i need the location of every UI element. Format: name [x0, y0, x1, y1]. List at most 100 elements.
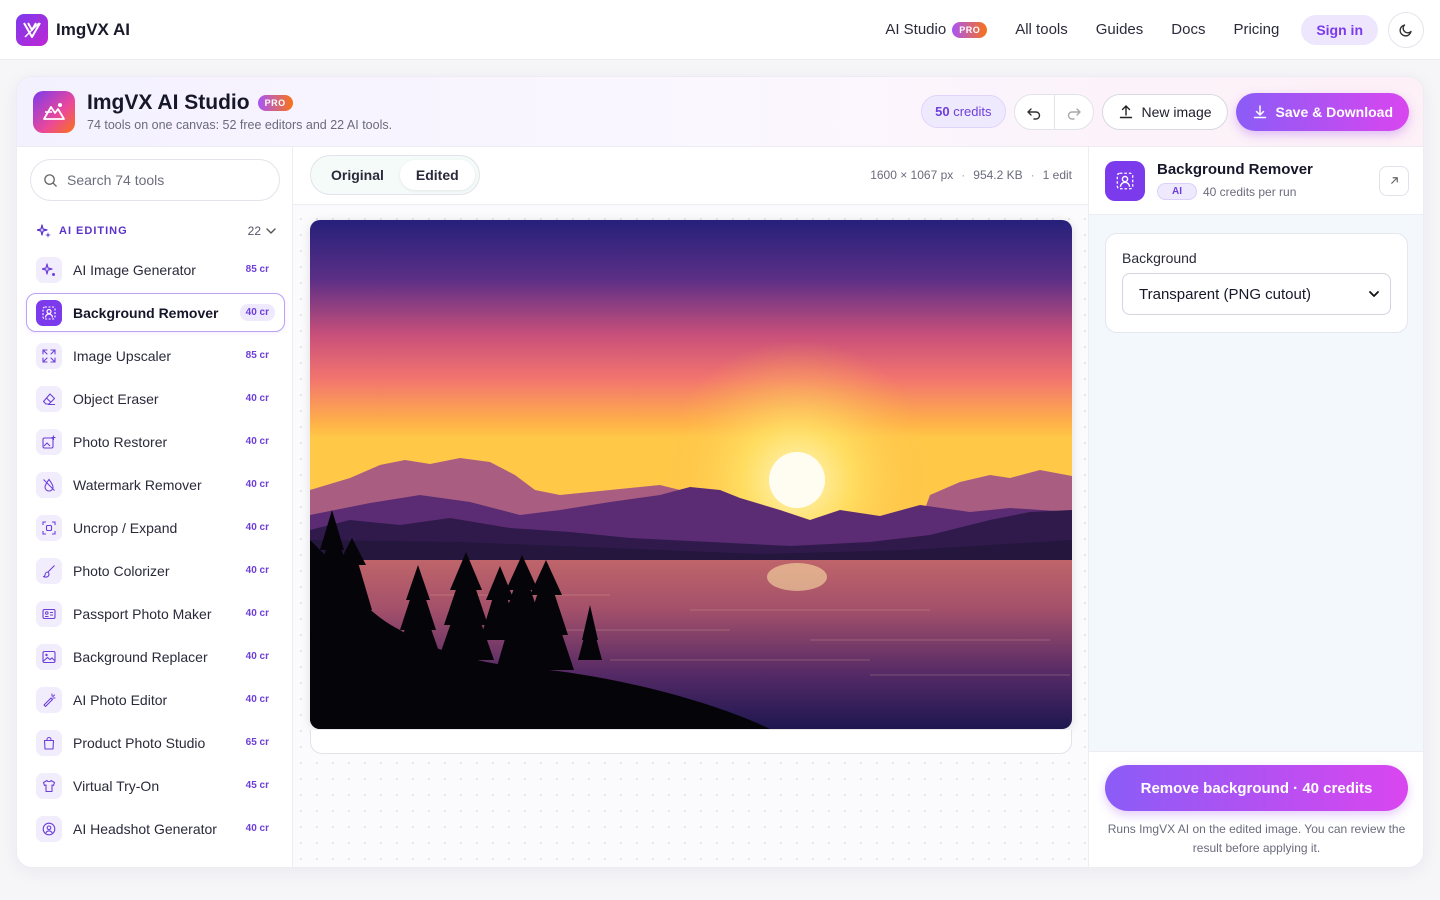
undo-icon [1027, 107, 1041, 120]
tool-uncrop-expand[interactable]: Uncrop / Expand 40 cr [26, 508, 285, 547]
download-icon [1253, 104, 1266, 118]
tab-edited[interactable]: Edited [399, 160, 475, 190]
sign-in-button[interactable]: Sign in [1301, 14, 1378, 45]
tool-ai-photo-editor[interactable]: AI Photo Editor 40 cr [26, 680, 285, 719]
tool-ai-headshot-generator[interactable]: AI Headshot Generator 40 cr [26, 809, 285, 848]
section-title: AI EDITING [59, 225, 128, 237]
tool-name: Virtual Try-On [73, 777, 160, 794]
upload-icon [1119, 104, 1132, 118]
tool-product-photo-studio[interactable]: Product Photo Studio 65 cr [26, 723, 285, 762]
tool-background-replacer[interactable]: Background Replacer 40 cr [26, 637, 285, 676]
image-file-size: 954.2 KB [973, 168, 1023, 182]
arrow-up-right-icon [1390, 177, 1398, 184]
nav-link-ai-studio[interactable]: AI Studio PRO [871, 21, 1001, 38]
tool-object-eraser[interactable]: Object Eraser 40 cr [26, 379, 285, 418]
tool-cost: 40 cr [245, 694, 269, 705]
studio-title: ImgVX AI Studio [87, 91, 250, 114]
tool-cost: 40 cr [245, 651, 269, 662]
new-image-button[interactable]: New image [1101, 93, 1228, 130]
brand[interactable]: ImgVX AI [16, 13, 130, 46]
undo-redo-group [1013, 93, 1094, 130]
studio-pro-badge: PRO [257, 95, 293, 111]
expand-icon [36, 342, 62, 369]
edited-image[interactable] [310, 220, 1072, 729]
nav-link-docs[interactable]: Docs [1157, 21, 1219, 38]
panel-cost: 40 credits per run [1203, 184, 1297, 199]
tool-cost: 40 cr [245, 522, 269, 533]
tool-watermark-remover[interactable]: Watermark Remover 40 cr [26, 465, 285, 504]
tool-cost: 45 cr [245, 780, 269, 791]
tool-virtual-try-on[interactable]: Virtual Try-On 45 cr [26, 766, 285, 805]
panel-footer: Remove background · 40 credits Runs ImgV… [1089, 751, 1423, 867]
tool-name: Background Remover [73, 304, 219, 321]
canvas-area: Original Edited 1600 × 1067 px · 954.2 K… [293, 147, 1088, 867]
tool-cost: 40 cr [245, 479, 269, 490]
tool-background-remover[interactable]: Background Remover 40 cr [26, 293, 285, 332]
tool-cost: 85 cr [245, 350, 269, 361]
save-download-button[interactable]: Save & Download [1235, 92, 1409, 131]
save-download-label: Save & Download [1275, 103, 1393, 120]
compare-bar[interactable] [310, 730, 1072, 754]
redo-button[interactable] [1053, 94, 1093, 129]
sparkles-icon [36, 256, 62, 283]
shopping-bag-icon [36, 729, 62, 756]
tool-cost: 40 cr [245, 823, 269, 834]
panel-header: Background Remover AI 40 credits per run [1089, 147, 1423, 215]
tab-original[interactable]: Original [315, 160, 400, 190]
edit-count: 1 edit [1042, 168, 1072, 182]
tool-name: AI Headshot Generator [73, 820, 217, 837]
magic-wand-icon [36, 686, 62, 713]
sunset-lake-image [310, 220, 1072, 729]
tool-cost: 85 cr [245, 264, 269, 275]
user-circle-icon [36, 815, 62, 842]
new-image-label: New image [1141, 103, 1212, 120]
tools-sidebar: AI EDITING 22 AI Image Generator 85 cr B… [17, 147, 293, 867]
section-ai-editing[interactable]: AI EDITING 22 [37, 221, 277, 241]
scan-icon [36, 514, 62, 541]
credits-badge[interactable]: 50 credits [921, 95, 1006, 128]
tool-name: Product Photo Studio [73, 734, 206, 751]
nav-link-label: AI Studio [885, 21, 947, 38]
shirt-icon [36, 772, 62, 799]
chevron-down-icon [1369, 291, 1379, 297]
chevron-down-icon [266, 228, 276, 234]
tool-name: Photo Restorer [73, 433, 168, 450]
droplet-off-icon [36, 471, 62, 498]
theme-toggle-button[interactable] [1388, 11, 1424, 48]
view-toggle: Original Edited [310, 155, 480, 195]
tool-photo-colorizer[interactable]: Photo Colorizer 40 cr [26, 551, 285, 590]
nav-link-pricing[interactable]: Pricing [1219, 21, 1293, 38]
remove-background-button[interactable]: Remove background · 40 credits [1105, 765, 1408, 811]
top-navigation: ImgVX AI AI Studio PRO All tools Guides … [0, 0, 1440, 60]
tool-cost: 40 cr [245, 608, 269, 619]
canvas-toolbar: Original Edited 1600 × 1067 px · 954.2 K… [293, 147, 1088, 205]
open-external-button[interactable] [1379, 165, 1409, 196]
tool-ai-image-generator[interactable]: AI Image Generator 85 cr [26, 250, 285, 289]
studio-logo-icon [33, 90, 75, 133]
tool-name: Background Replacer [73, 648, 208, 665]
tool-cost: 40 cr [239, 304, 275, 321]
background-select[interactable]: Transparent (PNG cutout) [1122, 273, 1391, 315]
tool-cost: 40 cr [245, 436, 269, 447]
nav-link-all-tools[interactable]: All tools [1001, 21, 1082, 38]
nav-links: AI Studio PRO All tools Guides Docs Pric… [871, 11, 1424, 48]
tool-search-input[interactable] [67, 172, 267, 188]
sparkles-icon [37, 224, 51, 238]
credits-label: credits [953, 104, 992, 119]
undo-button[interactable] [1015, 95, 1054, 129]
brush-icon [36, 557, 62, 584]
tool-photo-restorer[interactable]: Photo Restorer 40 cr [26, 422, 285, 461]
image-dimensions: 1600 × 1067 px [870, 168, 954, 182]
search-icon [44, 173, 57, 187]
nav-link-guides[interactable]: Guides [1082, 21, 1158, 38]
redo-icon [1067, 107, 1081, 120]
ai-badge: AI [1157, 183, 1197, 200]
background-select-value: Transparent (PNG cutout) [1139, 285, 1312, 303]
tool-name: Uncrop / Expand [73, 519, 178, 536]
tool-image-upscaler[interactable]: Image Upscaler 85 cr [26, 336, 285, 375]
tool-passport-photo-maker[interactable]: Passport Photo Maker 40 cr [26, 594, 285, 633]
id-card-icon [36, 600, 62, 627]
tool-name: Image Upscaler [73, 347, 172, 364]
tool-list: AI Image Generator 85 cr Background Remo… [26, 250, 285, 852]
tool-name: AI Image Generator [73, 261, 196, 278]
